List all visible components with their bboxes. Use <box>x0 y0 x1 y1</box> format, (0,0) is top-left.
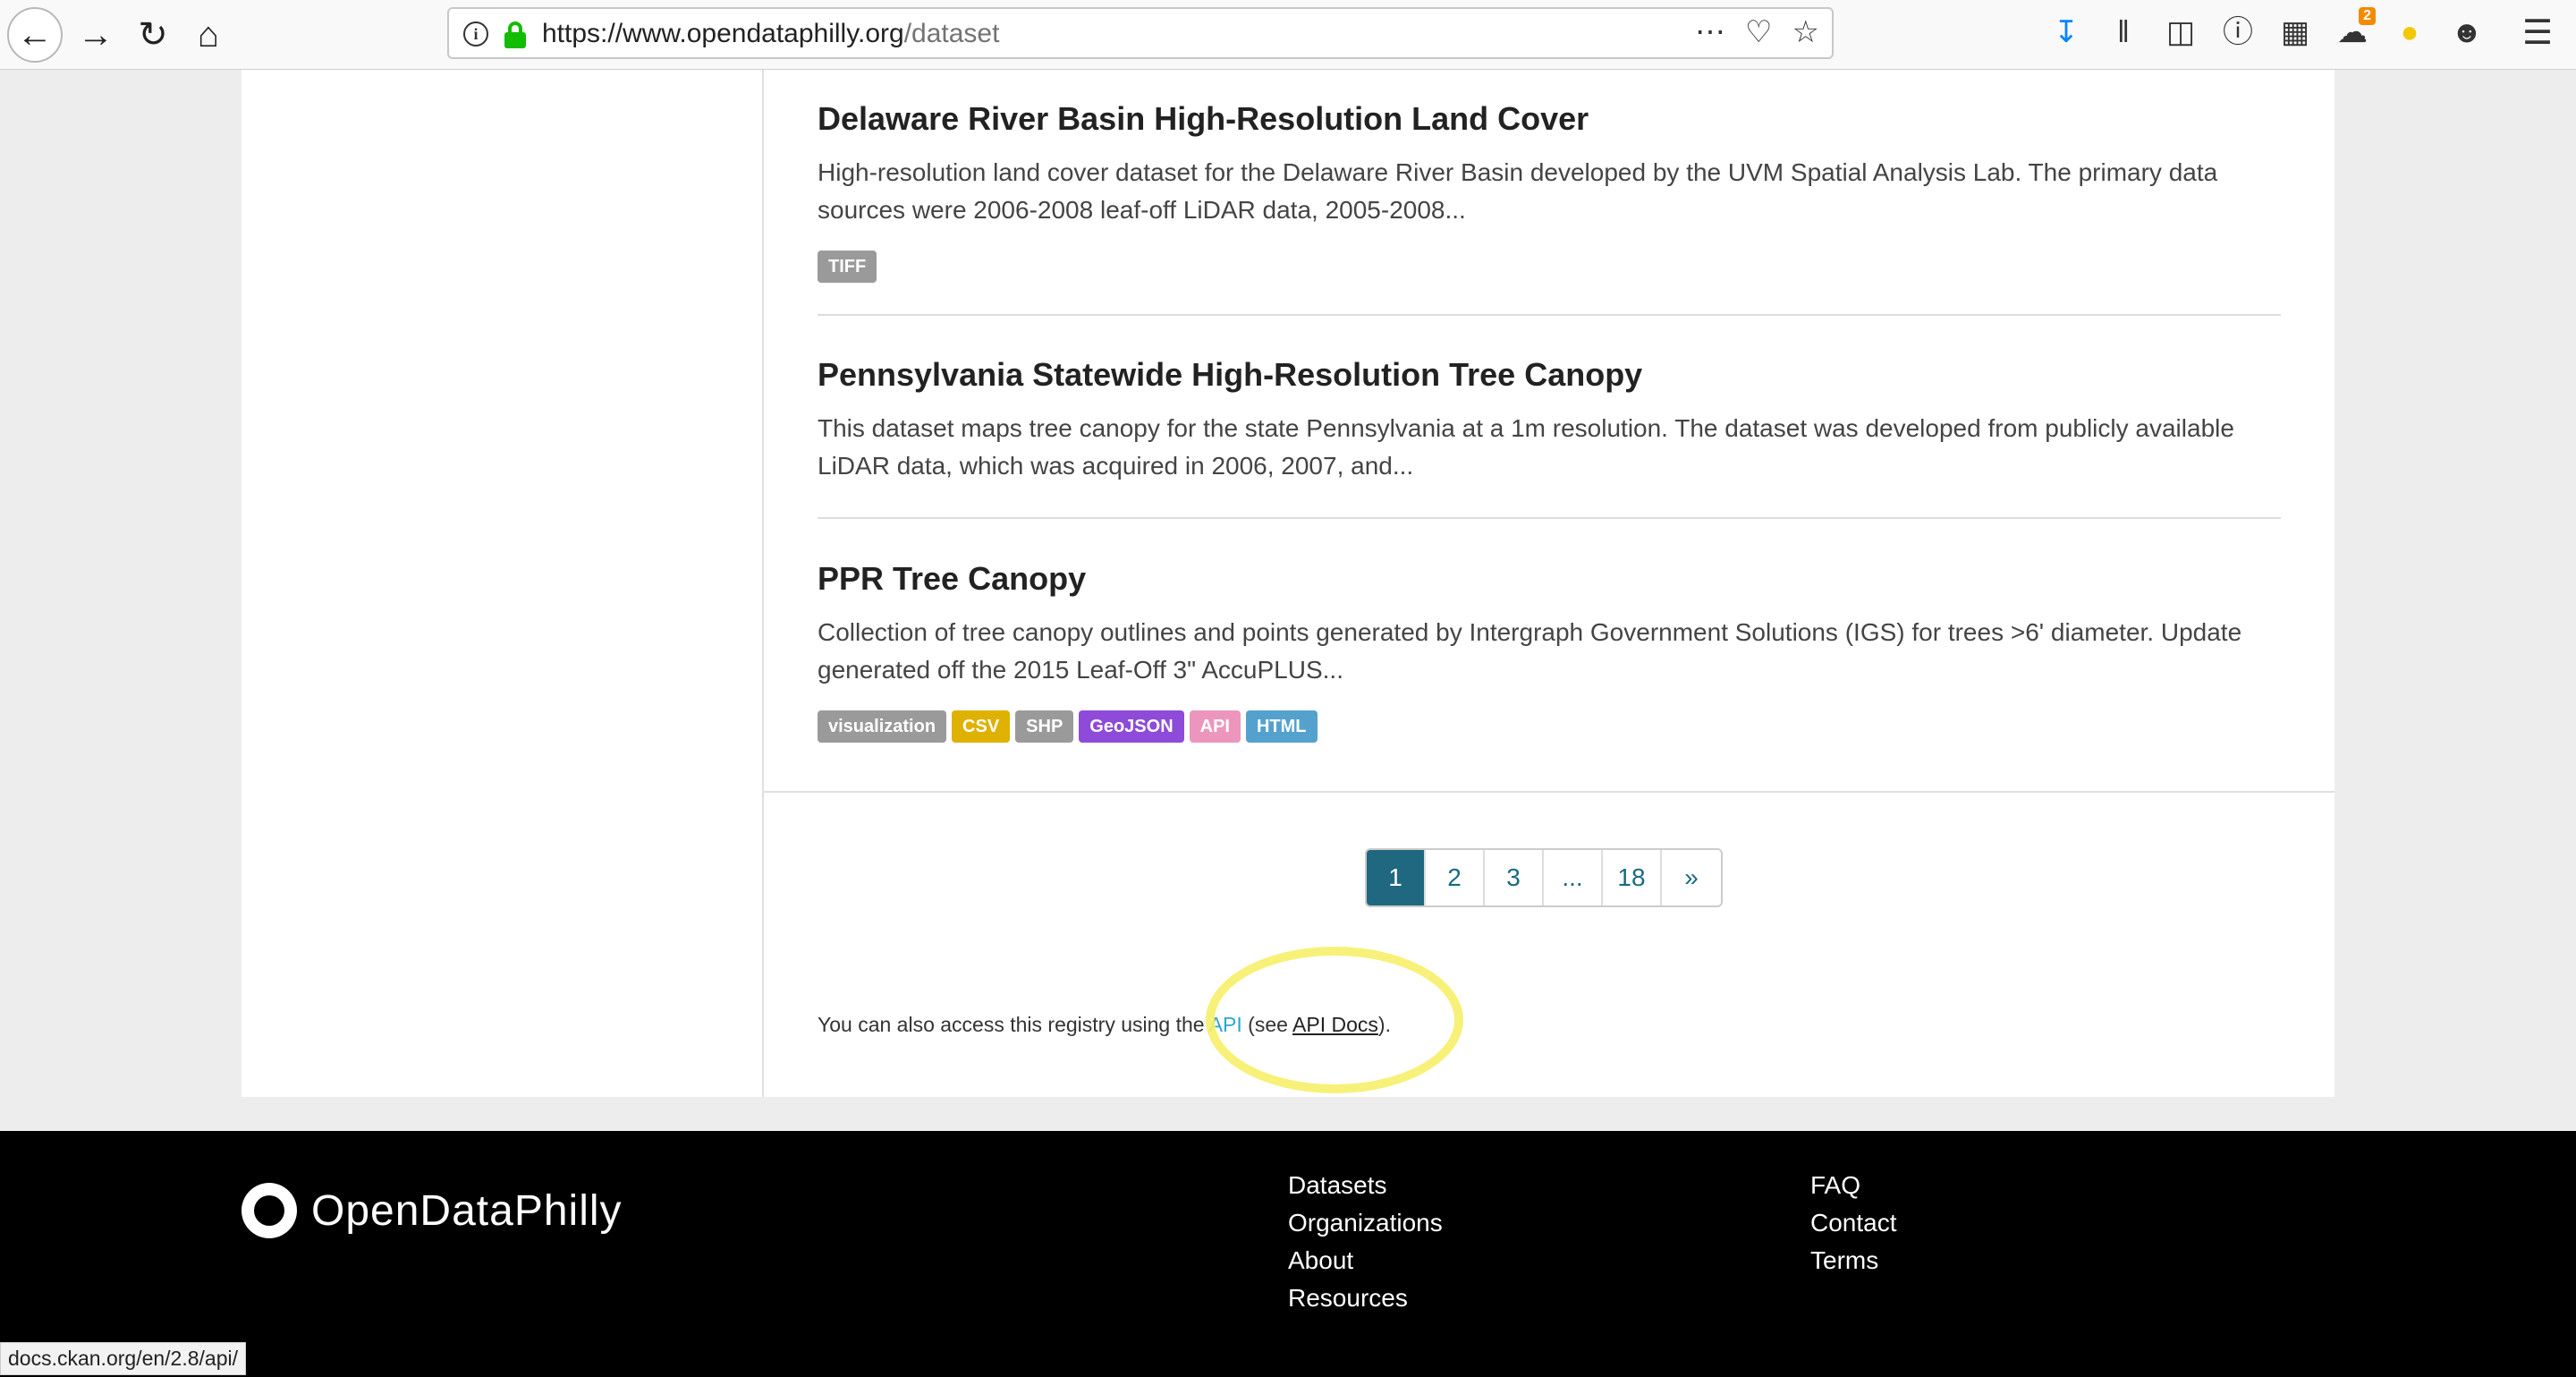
footer-link-organizations[interactable]: Organizations <box>1288 1208 1443 1238</box>
logo-text: OpenDataPhilly <box>311 1186 623 1235</box>
download-icon[interactable]: ↧ <box>2048 13 2084 52</box>
url-path: /dataset <box>903 19 1000 48</box>
divider <box>818 314 2281 316</box>
page-content: Delaware River Basin High-Resolution Lan… <box>242 70 2334 1097</box>
password-manager-icon[interactable]: ⓘ <box>2220 13 2256 52</box>
footer-link-terms[interactable]: Terms <box>1810 1245 1897 1276</box>
page-actions-icon[interactable]: ⋯ <box>1695 14 1725 50</box>
format-tag[interactable]: API <box>1189 710 1241 743</box>
lock-icon <box>504 21 526 48</box>
format-tag[interactable]: visualization <box>818 710 947 743</box>
page-button-2[interactable]: 2 <box>1426 850 1485 905</box>
reader-icon[interactable]: ▦ <box>2277 13 2313 52</box>
footer-links-secondary: FAQ Contact Terms <box>1810 1170 1897 1276</box>
tag-list: visualization CSV SHP GeoJSON API HTML <box>818 710 2281 743</box>
page-button-18[interactable]: 18 <box>1603 850 1662 905</box>
cursor-highlight <box>1206 947 1463 1093</box>
dataset-item: PPR Tree Canopy Collection of tree canop… <box>818 560 2281 743</box>
page-button-3[interactable]: 3 <box>1485 850 1544 905</box>
divider <box>764 791 2334 793</box>
format-tag[interactable]: CSV <box>952 710 1011 743</box>
dataset-title[interactable]: Pennsylvania Statewide High-Resolution T… <box>818 356 2281 394</box>
page-ellipsis: ... <box>1544 850 1603 905</box>
dataset-item: Delaware River Basin High-Resolution Lan… <box>818 100 2281 283</box>
pocket-icon[interactable]: ♡ <box>1745 14 1772 50</box>
format-tag[interactable]: GeoJSON <box>1079 710 1184 743</box>
reload-button[interactable]: ↻ <box>125 7 181 63</box>
forward-button[interactable]: → <box>68 7 123 63</box>
dataset-item: Pennsylvania Statewide High-Resolution T… <box>818 356 2281 485</box>
format-tag[interactable]: TIFF <box>818 251 877 283</box>
dataset-description: This dataset maps tree canopy for the st… <box>818 414 2234 480</box>
dataset-description: High-resolution land cover dataset for t… <box>818 158 2218 224</box>
dataset-title[interactable]: Delaware River Basin High-Resolution Lan… <box>818 100 2281 138</box>
footer-link-contact[interactable]: Contact <box>1810 1208 1897 1238</box>
browser-toolbar: ← → ↻ ⌂ i https://www.opendataphilly.org… <box>0 0 2576 70</box>
pagination: 1 2 3 ... 18 » <box>1365 848 1723 907</box>
url-text[interactable]: https://www.opendataphilly.org/dataset <box>542 19 999 49</box>
page-button-1[interactable]: 1 <box>1367 850 1426 905</box>
dataset-title[interactable]: PPR Tree Canopy <box>818 560 2281 598</box>
footer-link-about[interactable]: About <box>1288 1245 1443 1276</box>
footer-logo[interactable]: OpenDataPhilly <box>242 1183 623 1238</box>
footer-link-resources[interactable]: Resources <box>1288 1283 1443 1313</box>
api-note-prefix: You can also access this registry using … <box>818 1013 1209 1036</box>
address-bar[interactable]: i https://www.opendataphilly.org/dataset… <box>447 7 1834 59</box>
bookmark-star-icon[interactable]: ☆ <box>1792 14 1819 50</box>
divider <box>818 517 2281 519</box>
sidebar-icon[interactable]: ◫ <box>2163 13 2199 52</box>
url-host: https://www.opendataphilly.org <box>542 19 904 48</box>
format-tag[interactable]: SHP <box>1015 710 1074 743</box>
library-icon[interactable]: ‖ <box>2106 13 2141 52</box>
sidebar-column <box>242 70 764 1097</box>
site-footer: OpenDataPhilly Datasets Organizations Ab… <box>0 1131 2576 1377</box>
tag-list: TIFF <box>818 251 2281 283</box>
lightbulb-icon[interactable]: ● <box>2392 13 2428 52</box>
status-bar-url: docs.ckan.org/en/2.8/api/ <box>0 1342 246 1375</box>
notification-badge: 2 <box>2359 7 2376 25</box>
next-page-button[interactable]: » <box>1662 850 1721 905</box>
home-button[interactable]: ⌂ <box>181 7 236 63</box>
footer-link-faq[interactable]: FAQ <box>1810 1170 1897 1201</box>
dataset-description: Collection of tree canopy outlines and p… <box>818 618 2242 684</box>
account-icon[interactable]: ☻ <box>2449 13 2485 52</box>
site-info-icon[interactable]: i <box>463 21 488 47</box>
footer-links-primary: Datasets Organizations About Resources <box>1288 1170 1443 1313</box>
footer-link-datasets[interactable]: Datasets <box>1288 1170 1443 1201</box>
extension-icon[interactable]: ☁ 2 <box>2334 7 2376 52</box>
format-tag[interactable]: HTML <box>1245 710 1318 743</box>
hamburger-menu-icon[interactable]: ☰ <box>2522 13 2553 53</box>
back-button[interactable]: ← <box>7 7 63 63</box>
logo-icon <box>242 1183 297 1238</box>
